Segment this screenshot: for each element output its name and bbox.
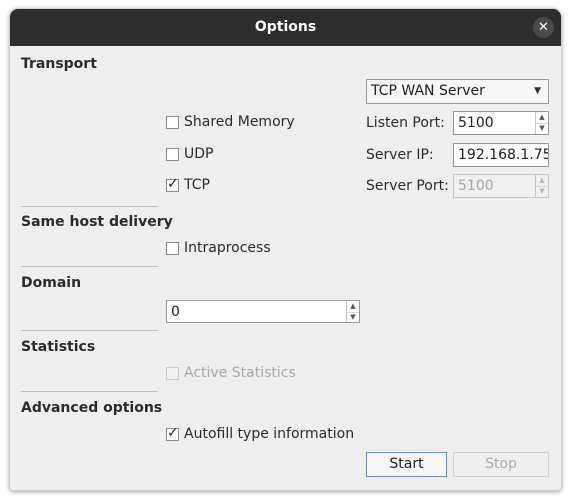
tcp-checkbox[interactable]: ✓ TCP xyxy=(166,175,210,193)
title-bar: Options ✕ xyxy=(10,9,561,46)
chevron-down-icon: ▼ xyxy=(534,86,541,96)
start-button[interactable]: Start xyxy=(366,452,447,477)
server-ip-label: Server IP: xyxy=(366,147,434,163)
domain-heading: Domain xyxy=(21,275,82,291)
listen-port-value: 5100 xyxy=(458,115,494,131)
server-ip-value: 192.168.1.75 xyxy=(458,147,549,163)
spin-down-icon[interactable]: ▼ xyxy=(536,123,548,134)
checkmark-icon: ✓ xyxy=(167,424,179,441)
tcp-label: TCP xyxy=(184,177,210,193)
intraprocess-checkbox[interactable]: Intraprocess xyxy=(166,240,271,256)
checkbox-box[interactable] xyxy=(166,241,179,255)
shared-memory-checkbox[interactable]: Shared Memory xyxy=(166,114,295,130)
checkbox-box[interactable]: ✓ xyxy=(166,424,179,441)
transport-mode-value: TCP WAN Server xyxy=(371,83,485,99)
server-port-value: 5100 xyxy=(458,178,494,194)
window-title: Options xyxy=(254,19,317,35)
server-port-spinbox[interactable]: 5100 ▲ ▼ xyxy=(453,174,549,198)
close-icon[interactable]: ✕ xyxy=(538,20,549,35)
statistics-heading: Statistics xyxy=(21,339,96,355)
section-divider xyxy=(21,391,158,392)
transport-mode-select[interactable]: TCP WAN Server ▼ xyxy=(366,79,549,104)
intraprocess-label: Intraprocess xyxy=(184,240,271,256)
spin-buttons[interactable]: ▲ ▼ xyxy=(535,175,548,197)
domain-spinbox[interactable]: 0 ▲ ▼ xyxy=(166,300,360,323)
checkbox-box[interactable]: ✓ xyxy=(166,175,179,192)
active-statistics-label: Active Statistics xyxy=(184,365,296,381)
udp-label: UDP xyxy=(184,146,214,162)
listen-port-label: Listen Port: xyxy=(366,115,445,131)
advanced-heading: Advanced options xyxy=(21,400,163,416)
section-divider xyxy=(21,266,158,267)
spin-buttons[interactable]: ▲ ▼ xyxy=(346,301,359,322)
transport-heading: Transport xyxy=(21,56,97,72)
section-divider xyxy=(21,206,158,207)
section-divider xyxy=(21,330,158,331)
server-port-label: Server Port: xyxy=(366,178,449,194)
checkbox-box[interactable] xyxy=(166,147,179,161)
close-button[interactable]: ✕ xyxy=(533,17,554,38)
same-host-heading: Same host delivery xyxy=(21,214,173,230)
checkbox-box[interactable] xyxy=(166,366,179,380)
server-ip-input[interactable]: 192.168.1.75 xyxy=(453,143,549,167)
listen-port-spinbox[interactable]: 5100 ▲ ▼ xyxy=(453,111,549,135)
stop-button[interactable]: Stop xyxy=(453,452,549,477)
spin-buttons[interactable]: ▲ ▼ xyxy=(535,112,548,134)
domain-value: 0 xyxy=(171,304,180,320)
shared-memory-label: Shared Memory xyxy=(184,114,295,130)
checkmark-icon: ✓ xyxy=(167,175,179,192)
autofill-checkbox[interactable]: ✓ Autofill type information xyxy=(166,424,355,442)
udp-checkbox[interactable]: UDP xyxy=(166,146,213,162)
spin-down-icon[interactable]: ▼ xyxy=(347,312,359,323)
checkbox-box[interactable] xyxy=(166,115,179,129)
spin-down-icon[interactable]: ▼ xyxy=(536,186,548,197)
autofill-label: Autofill type information xyxy=(184,426,355,442)
active-statistics-checkbox[interactable]: Active Statistics xyxy=(166,365,296,381)
